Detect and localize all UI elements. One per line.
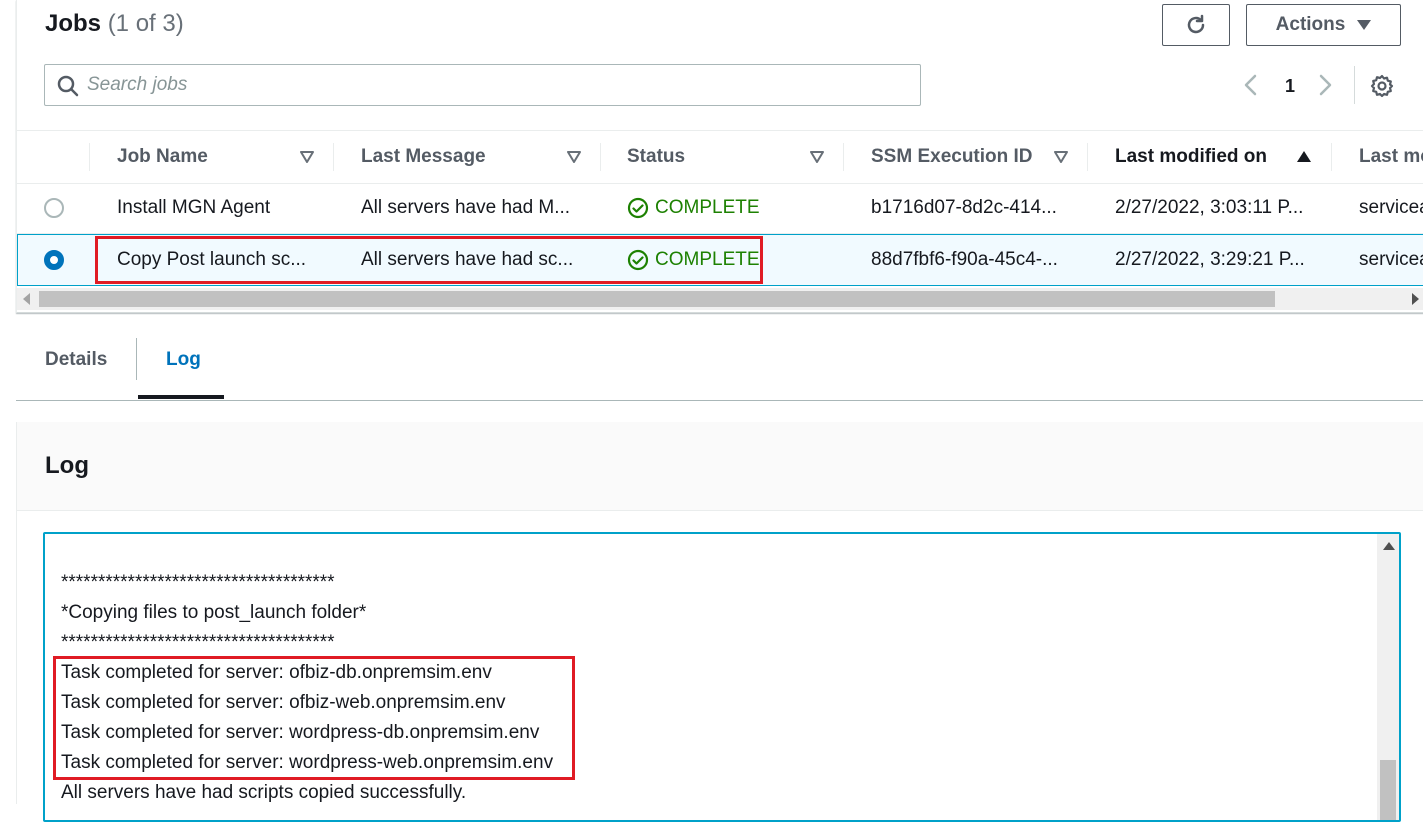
last-modified-cell: 2/27/2022, 3:03:11 P... bbox=[1115, 197, 1304, 218]
annotation-highlight-box bbox=[95, 236, 763, 284]
scroll-right-icon[interactable] bbox=[1411, 293, 1419, 305]
column-separator bbox=[843, 143, 844, 171]
jobs-title: Jobs (1 of 3) bbox=[45, 10, 184, 38]
last-modified-cell: 2/27/2022, 3:29:21 P... bbox=[1115, 249, 1305, 270]
search-input[interactable] bbox=[87, 65, 907, 105]
annotation-highlight-box bbox=[53, 656, 575, 780]
ssm-id-cell: 88d7fbf6-f90a-45c4-... bbox=[871, 249, 1058, 270]
pager-divider bbox=[1354, 66, 1355, 104]
ssm-id-cell: b1716d07-8d2c-414... bbox=[871, 197, 1057, 218]
column-header-label: SSM Execution ID bbox=[871, 146, 1033, 167]
log-title: Log bbox=[45, 452, 89, 479]
job-name-cell: Install MGN Agent bbox=[117, 197, 271, 218]
actions-button[interactable]: Actions bbox=[1246, 4, 1401, 46]
column-separator bbox=[89, 143, 90, 171]
active-tab-indicator bbox=[138, 395, 224, 399]
column-header-last-message[interactable]: Last Message bbox=[361, 131, 591, 183]
actions-button-label: Actions bbox=[1275, 14, 1346, 35]
column-separator bbox=[600, 143, 601, 171]
last-modified-by-cell: servicea bbox=[1359, 249, 1423, 270]
refresh-icon bbox=[1187, 14, 1205, 34]
search-box[interactable] bbox=[44, 64, 921, 106]
log-header: Log bbox=[17, 422, 1423, 511]
column-header-label: Last mo bbox=[1359, 146, 1423, 167]
settings-icon[interactable] bbox=[1370, 74, 1394, 98]
column-header-job-name[interactable]: Job Name bbox=[117, 131, 337, 183]
status-cell: COMPLETE bbox=[627, 182, 760, 234]
scrollbar-thumb[interactable] bbox=[1380, 760, 1396, 820]
tab-bar: Details Log bbox=[16, 322, 1423, 401]
log-line: ************************************* bbox=[61, 632, 335, 653]
last-message-cell: All servers have had M... bbox=[361, 197, 571, 218]
column-separator bbox=[1331, 143, 1332, 171]
status-text: COMPLETE bbox=[655, 197, 760, 218]
page-number[interactable]: 1 bbox=[1285, 76, 1295, 97]
table-header: Job Name Last Message Status SSM Executi… bbox=[17, 130, 1423, 184]
sort-icon bbox=[810, 151, 824, 163]
jobs-count: (1 of 3) bbox=[107, 10, 184, 37]
horizontal-scrollbar[interactable] bbox=[17, 288, 1423, 310]
scroll-left-icon[interactable] bbox=[23, 293, 31, 305]
sort-icon bbox=[567, 151, 581, 163]
column-separator bbox=[333, 143, 334, 171]
table-row[interactable]: Install MGN Agent All servers have had M… bbox=[17, 182, 1423, 234]
row-radio[interactable] bbox=[44, 198, 64, 218]
caret-down-icon bbox=[1357, 20, 1372, 30]
sort-icon bbox=[1054, 151, 1068, 163]
log-line: *Copying files to post_launch folder* bbox=[61, 602, 367, 623]
column-separator bbox=[1087, 143, 1088, 171]
log-line: ************************************* bbox=[61, 572, 335, 593]
jobs-title-text: Jobs bbox=[45, 10, 102, 37]
column-header-label: Last modified on bbox=[1115, 146, 1267, 167]
tab-separator bbox=[136, 338, 137, 380]
tab-log[interactable]: Log bbox=[166, 322, 201, 398]
last-modified-by-cell: servicea bbox=[1359, 197, 1423, 218]
sort-icon bbox=[300, 151, 314, 163]
row-radio-checked[interactable] bbox=[44, 250, 64, 270]
column-header-status[interactable]: Status bbox=[627, 131, 842, 183]
column-header-label: Status bbox=[627, 146, 686, 167]
column-header-last-modified-by[interactable]: Last mo bbox=[1359, 131, 1423, 183]
scroll-up-icon[interactable] bbox=[1383, 542, 1395, 550]
column-header-ssm-execution-id[interactable]: SSM Execution ID bbox=[871, 131, 1086, 183]
refresh-button[interactable] bbox=[1162, 4, 1230, 46]
next-page-icon[interactable] bbox=[1319, 74, 1333, 96]
column-header-label: Job Name bbox=[117, 146, 208, 167]
sort-ascending-icon bbox=[1297, 151, 1311, 162]
previous-page-icon[interactable] bbox=[1243, 74, 1257, 96]
log-scrollbar[interactable] bbox=[1377, 534, 1399, 820]
column-header-last-modified[interactable]: Last modified on bbox=[1115, 131, 1330, 183]
check-circle-icon bbox=[627, 197, 649, 219]
tab-details[interactable]: Details bbox=[45, 322, 107, 398]
scrollbar-thumb[interactable] bbox=[39, 291, 1275, 307]
status-badge: COMPLETE bbox=[627, 197, 760, 219]
column-header-label: Last Message bbox=[361, 146, 486, 167]
search-icon bbox=[57, 75, 79, 97]
